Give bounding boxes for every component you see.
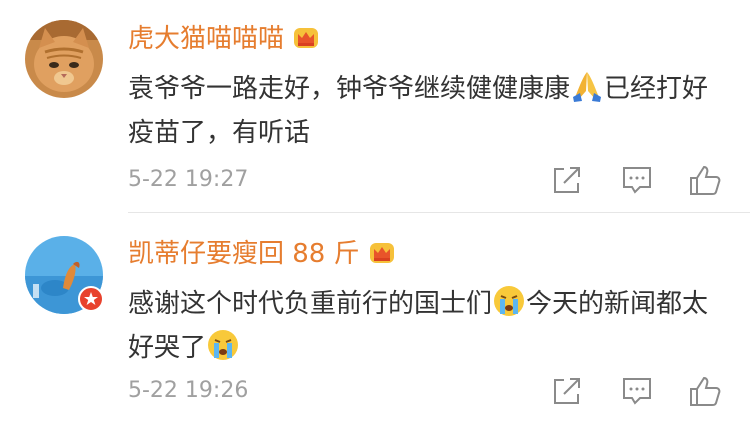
like-icon[interactable] <box>688 374 722 408</box>
comment-time: 5-22 19:26 <box>128 378 249 403</box>
username-text[interactable]: 凯蒂仔要瘦回 88 斤 <box>128 239 360 269</box>
comment-item: 虎大猫喵喵喵 袁爷爷一路走好，钟爷爷继续健健康康 已经打好疫苗了，有听话 5-2… <box>0 0 750 213</box>
username[interactable]: 凯蒂仔要瘦回 88 斤 <box>128 238 396 270</box>
crying-emoji-icon <box>494 286 525 316</box>
comment-time: 5-22 19:27 <box>128 167 249 192</box>
avatar[interactable] <box>25 20 103 98</box>
comment-actions <box>550 163 722 197</box>
like-icon[interactable] <box>688 163 722 197</box>
username-text[interactable]: 虎大猫喵喵喵 <box>128 24 284 54</box>
share-icon[interactable] <box>550 163 584 197</box>
comment-item: 凯蒂仔要瘦回 88 斤 感谢这个时代负重前行的国士们 今天的新闻都太好哭了 5-… <box>0 214 750 427</box>
pray-emoji-icon <box>573 72 602 102</box>
crown-badge-icon <box>369 243 394 263</box>
comment-icon[interactable] <box>620 374 654 408</box>
username[interactable]: 虎大猫喵喵喵 <box>128 23 320 55</box>
divider <box>128 212 750 213</box>
comment-actions <box>550 374 722 408</box>
comment-text: 袁爷爷一路走好，钟爷爷继续健健康康 已经打好疫苗了，有听话 <box>128 67 728 155</box>
verified-badge-icon <box>78 286 104 312</box>
share-icon[interactable] <box>550 374 584 408</box>
comment-icon[interactable] <box>620 163 654 197</box>
crying-emoji-icon <box>208 330 239 360</box>
comment-text-part1: 感谢这个时代负重前行的国士们 <box>128 289 493 319</box>
comment-text-part1: 袁爷爷一路走好，钟爷爷继续健健康康 <box>128 74 571 104</box>
crown-badge-icon <box>294 28 319 48</box>
comment-text: 感谢这个时代负重前行的国士们 今天的新闻都太好哭了 <box>128 282 728 370</box>
